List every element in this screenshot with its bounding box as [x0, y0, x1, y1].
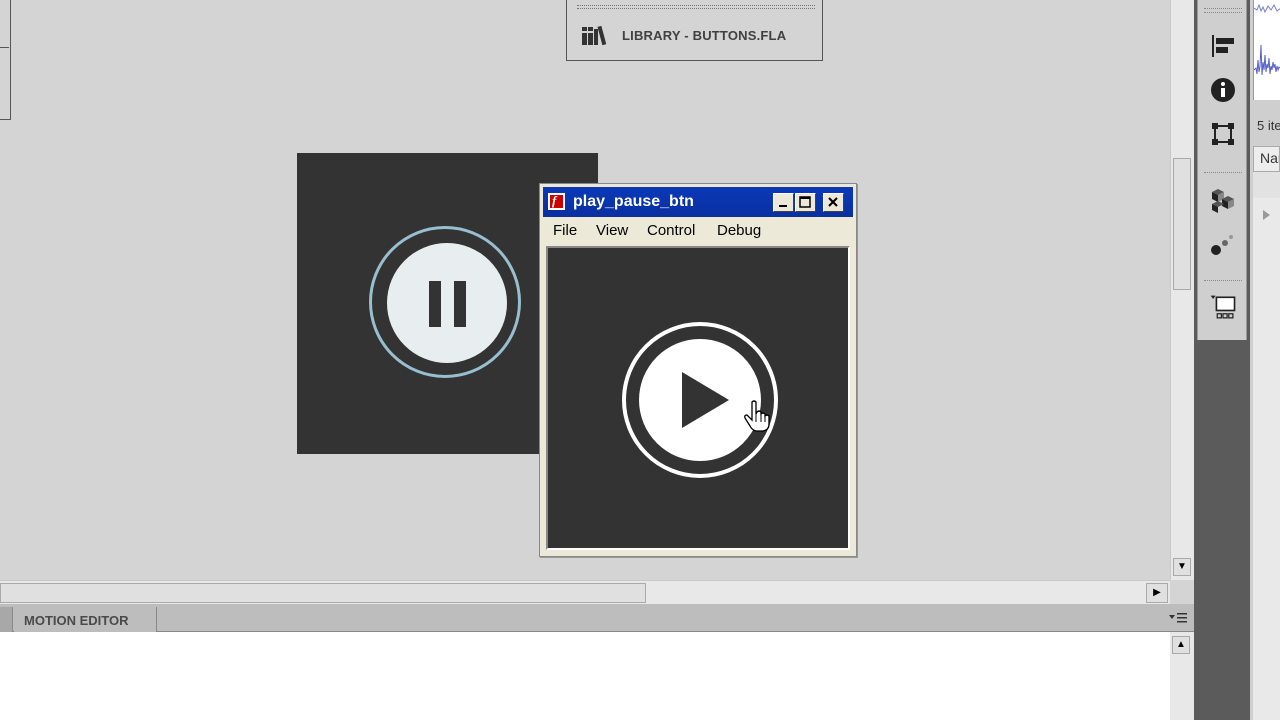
- motion-presets-icon[interactable]: [1209, 230, 1237, 258]
- waveform-preview: [1253, 3, 1280, 76]
- close-button[interactable]: [823, 193, 844, 212]
- tab-motion-editor[interactable]: MOTION EDITOR: [14, 607, 157, 632]
- library-panel-tab[interactable]: LIBRARY - BUTTONS.FLA: [566, 0, 823, 61]
- bottom-panel-tabs: MOTION EDITOR: [0, 604, 1194, 632]
- menu-control[interactable]: Control: [647, 222, 695, 239]
- components-icon[interactable]: [1209, 186, 1237, 214]
- pause-icon: [429, 281, 441, 327]
- menu-file[interactable]: File: [553, 222, 577, 239]
- panel-grip-line: [1204, 12, 1242, 13]
- pause-icon-bar: [454, 281, 466, 327]
- library-item-list: [1253, 172, 1280, 720]
- panel-grip[interactable]: [1204, 8, 1242, 9]
- close-icon: [828, 197, 838, 207]
- motion-editor-panel: [0, 632, 1170, 720]
- panel-grip[interactable]: [1204, 280, 1242, 281]
- menu-debug[interactable]: Debug: [717, 222, 761, 239]
- panel-grip[interactable]: [577, 5, 815, 9]
- transform-icon[interactable]: [1209, 120, 1237, 148]
- list-item[interactable]: [1253, 172, 1280, 198]
- menu-view[interactable]: View: [596, 222, 628, 239]
- maximize-icon: [799, 196, 811, 208]
- arrow-down-icon: ▼: [1177, 561, 1187, 572]
- name-column-header[interactable]: Name: [1253, 146, 1280, 172]
- pause-button-disc: [387, 243, 507, 363]
- library-books-icon: [582, 25, 607, 46]
- project-icon[interactable]: [1209, 294, 1237, 322]
- stage[interactable]: LIBRARY - BUTTONS.FLA f play_pause_btn F…: [0, 0, 1170, 580]
- panel-menu-icon[interactable]: [1168, 611, 1188, 625]
- name-column-label: Name: [1260, 150, 1279, 166]
- timeline-tab[interactable]: [0, 607, 13, 632]
- library-panel-content: 5 items Name: [1250, 0, 1280, 720]
- scroll-right-button[interactable]: ▶: [1146, 583, 1168, 603]
- expand-arrow-icon[interactable]: [1263, 210, 1270, 220]
- maximize-button[interactable]: [795, 193, 816, 212]
- player-window-title: play_pause_btn: [573, 193, 694, 210]
- motion-editor-scrollbar[interactable]: ▲: [1170, 632, 1194, 720]
- panel-grip[interactable]: [1204, 172, 1242, 173]
- panel-icon-column: [1197, 0, 1247, 340]
- player-title-bar[interactable]: f play_pause_btn: [543, 187, 853, 217]
- play-icon: [682, 372, 729, 428]
- minimize-button[interactable]: [773, 193, 794, 212]
- player-content-area: [546, 246, 850, 550]
- player-menu-bar: File View Control Debug: [543, 218, 853, 244]
- scroll-down-button[interactable]: ▼: [1173, 558, 1191, 576]
- minimize-icon: [779, 205, 787, 207]
- info-icon[interactable]: [1209, 76, 1237, 104]
- library-preview: [1253, 0, 1280, 100]
- motion-editor-label: MOTION EDITOR: [24, 613, 129, 628]
- arrow-up-icon: ▲: [1176, 639, 1186, 650]
- stage-vertical-scrollbar[interactable]: ▼: [1170, 0, 1194, 580]
- vertical-scroll-thumb[interactable]: [1173, 158, 1191, 290]
- horizontal-scroll-thumb[interactable]: [0, 583, 646, 603]
- hand-pointer-icon: [744, 400, 770, 432]
- flash-player-window[interactable]: f play_pause_btn File View Control Debug: [539, 183, 857, 557]
- stage-horizontal-scrollbar[interactable]: ▶: [0, 580, 1170, 604]
- collapsed-panel[interactable]: [0, 0, 11, 120]
- library-panel-title: LIBRARY - BUTTONS.FLA: [622, 28, 787, 43]
- scroll-up-button[interactable]: ▲: [1172, 636, 1190, 654]
- arrow-right-icon: ▶: [1153, 587, 1161, 598]
- flash-player-icon: f: [548, 193, 565, 210]
- play-button[interactable]: [639, 339, 761, 461]
- align-icon[interactable]: [1209, 32, 1237, 60]
- collapsed-panel-strip: [1194, 0, 1250, 720]
- library-item-count: 5 items: [1257, 118, 1280, 133]
